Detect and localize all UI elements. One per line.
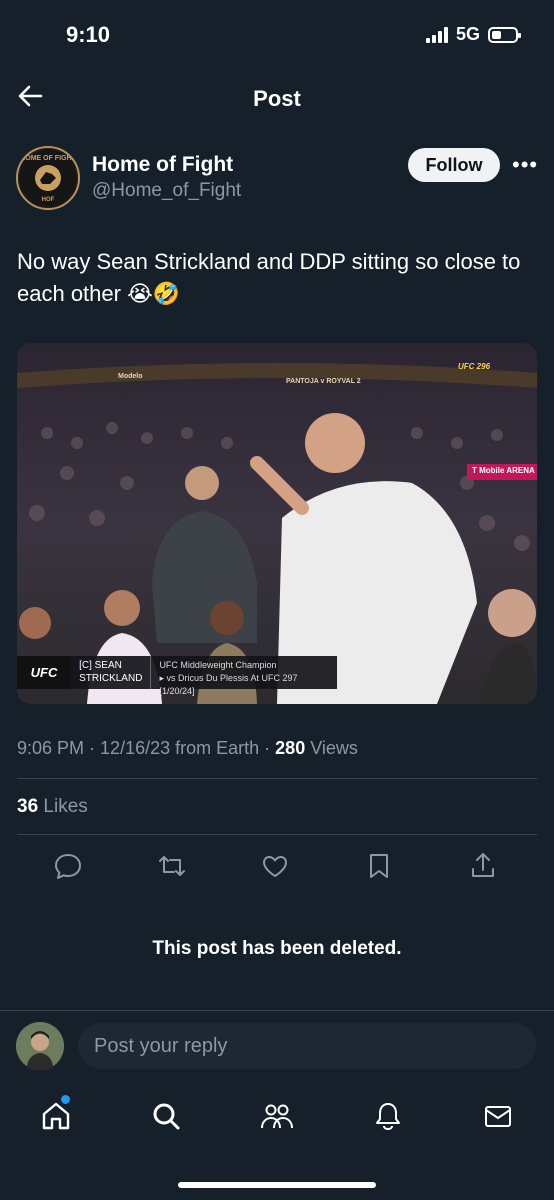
status-time: 9:10	[66, 22, 111, 47]
arena-banner-left: Modelo	[118, 373, 143, 380]
arena-sign: T Mobile ARENA	[472, 466, 535, 475]
share-icon[interactable]	[467, 850, 499, 882]
communities-icon[interactable]	[260, 1100, 293, 1132]
author-handle[interactable]: @Home_of_Fight	[92, 180, 241, 202]
likes-label: Likes	[43, 796, 88, 817]
home-notification-dot	[61, 1095, 70, 1104]
post-image[interactable]	[17, 343, 537, 704]
svg-text:HOME OF FIGHT: HOME OF FIGHT	[20, 155, 76, 162]
repost-icon[interactable]	[156, 850, 188, 882]
reply-icon[interactable]	[52, 850, 84, 882]
likes-count: 36	[17, 796, 39, 817]
post-source: from Earth	[175, 738, 260, 758]
arena-banner-right: UFC 296	[458, 362, 491, 371]
post-text: No way Sean Strickland and DDP sitting s…	[17, 249, 521, 306]
arena-banner-center: PANTOJA v ROYVAL 2	[286, 378, 361, 385]
author-avatar[interactable]: HOME OF FIGHT HOF	[16, 146, 80, 210]
lower-third-info: UFC Middleweight Champion ▸ vs Dricus Du…	[159, 660, 298, 696]
status-indicators: 5G	[425, 24, 521, 45]
svg-text:HOF: HOF	[42, 197, 55, 203]
ufc-logo: UFC	[17, 656, 72, 689]
divider	[0, 1010, 554, 1011]
post-time: 9:06 PM	[17, 738, 85, 758]
messages-icon[interactable]	[482, 1100, 514, 1132]
views-label: Views	[310, 738, 358, 758]
notifications-icon[interactable]	[372, 1100, 404, 1132]
likes-link[interactable]: 36 Likes	[17, 796, 88, 818]
lower-third-name: [C] SEAN STRICKLAND	[71, 656, 152, 689]
author-name[interactable]: Home of Fight	[92, 153, 233, 177]
battery-icon	[488, 26, 521, 43]
signal-icon	[425, 26, 448, 43]
divider	[17, 834, 537, 835]
network-label: 5G	[455, 24, 480, 44]
user-avatar[interactable]	[16, 1022, 64, 1070]
search-icon[interactable]	[150, 1100, 182, 1132]
broadcast-lower-third: UFC [C] SEAN STRICKLAND UFC Middleweight…	[17, 656, 337, 696]
follow-button[interactable]: Follow	[408, 148, 500, 182]
page-title: Post	[253, 86, 301, 111]
bookmark-icon[interactable]	[363, 850, 395, 882]
post-date[interactable]: 12/16/23	[100, 738, 170, 758]
like-icon[interactable]	[259, 850, 291, 882]
deleted-notice: This post has been deleted.	[152, 938, 402, 959]
post-meta: 9:06 PM · 12/16/23 from Earth · 280 View…	[17, 738, 358, 758]
more-options-icon[interactable]: •••	[512, 152, 538, 178]
home-indicator	[178, 1182, 376, 1188]
home-icon[interactable]	[40, 1100, 72, 1132]
views-count: 280	[275, 738, 306, 758]
divider	[17, 778, 537, 779]
reply-input[interactable]: Post your reply	[78, 1023, 536, 1069]
